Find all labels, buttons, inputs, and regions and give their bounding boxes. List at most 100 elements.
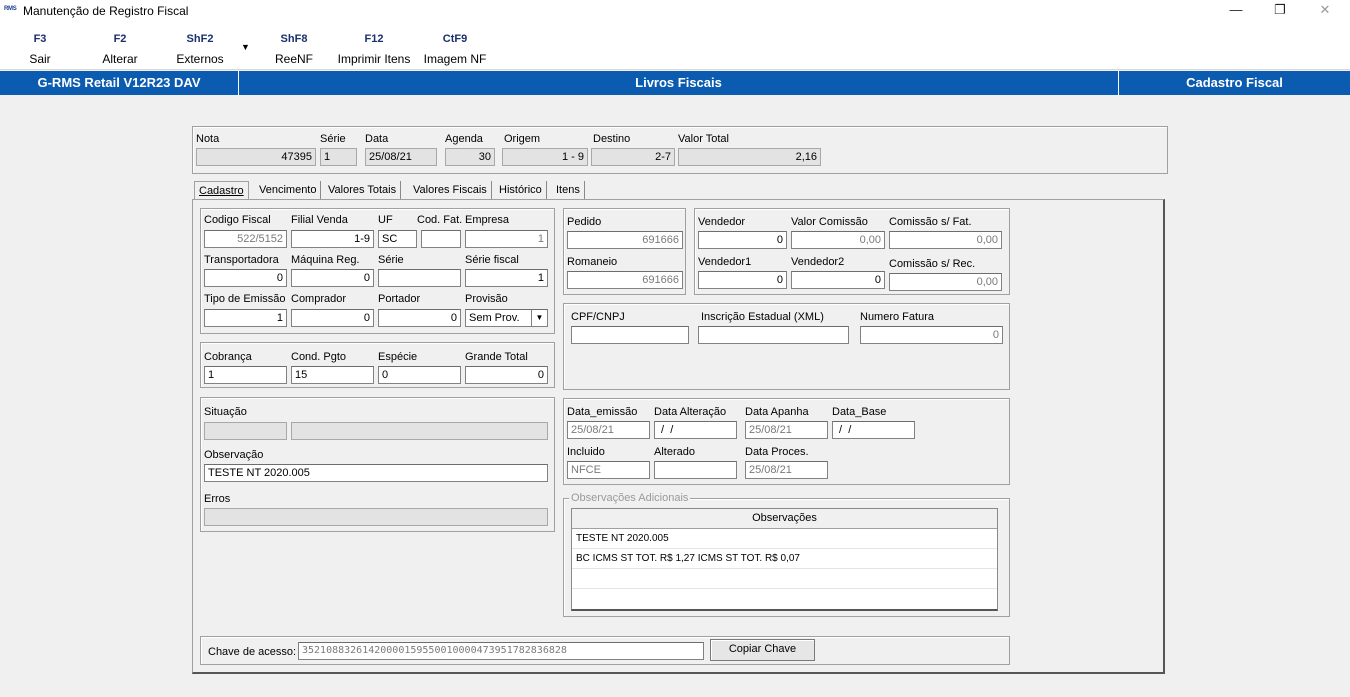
table-row[interactable] xyxy=(572,569,997,589)
valor-comissao-label: Valor Comissão xyxy=(791,216,868,228)
chevron-down-icon[interactable]: ▼ xyxy=(531,310,547,326)
inscricao-field[interactable] xyxy=(698,326,849,344)
data-emissao-label: Data_emissão xyxy=(567,406,638,418)
uf-field[interactable]: SC xyxy=(378,230,417,248)
cpf-cnpj-field[interactable] xyxy=(571,326,689,344)
transportadora-field[interactable]: 0 xyxy=(204,269,287,287)
erros-field[interactable] xyxy=(204,508,548,526)
close-icon[interactable]: ✕ xyxy=(1317,2,1333,18)
nota-field[interactable]: 47395 xyxy=(196,148,316,166)
reenf-button[interactable]: ShF8 ReeNF xyxy=(270,22,318,70)
cobranca-field[interactable]: 1 xyxy=(204,366,287,384)
comprador-field[interactable]: 0 xyxy=(291,309,374,327)
data-emissao-field[interactable]: 25/08/21 xyxy=(567,421,650,439)
destino-label: Destino xyxy=(593,133,631,145)
comissao-rec-field[interactable]: 0,00 xyxy=(889,273,1002,291)
data-apanha-field[interactable]: 25/08/21 xyxy=(745,421,828,439)
alterado-field[interactable] xyxy=(654,461,737,479)
tab-itens[interactable]: Itens xyxy=(552,181,585,200)
shortcut-key: CtF9 xyxy=(442,33,468,45)
alterar-button[interactable]: F2 Alterar xyxy=(94,22,146,70)
empresa-field[interactable]: 1 xyxy=(465,230,548,248)
romaneio-label: Romaneio xyxy=(567,256,618,268)
situacao-code-field[interactable] xyxy=(204,422,287,440)
codigo-fiscal-label: Codigo Fiscal xyxy=(204,214,271,226)
data-proces-field[interactable]: 25/08/21 xyxy=(745,461,828,479)
portador-field[interactable]: 0 xyxy=(378,309,461,327)
portador-label: Portador xyxy=(378,293,421,305)
agenda-label: Agenda xyxy=(445,133,483,145)
sair-button[interactable]: F3 Sair xyxy=(18,22,62,70)
shortcut-key: F3 xyxy=(33,33,47,45)
pedido-field[interactable]: 691666 xyxy=(567,231,683,249)
maximize-icon[interactable]: ❐ xyxy=(1272,2,1288,18)
data-field[interactable]: 25/08/21 xyxy=(365,148,437,166)
button-label: ReeNF xyxy=(274,52,313,66)
cond-pgto-field[interactable]: 15 xyxy=(291,366,374,384)
situacao-desc-field[interactable] xyxy=(291,422,548,440)
serie-cad-field[interactable] xyxy=(378,269,461,287)
imprimir-itens-button[interactable]: F12 Imprimir Itens xyxy=(334,22,414,70)
grande-total-label: Grande Total xyxy=(465,351,528,363)
copiar-chave-button[interactable]: Copiar Chave xyxy=(710,639,815,661)
valor-comissao-field[interactable]: 0,00 xyxy=(791,231,885,249)
maquina-reg-field[interactable]: 0 xyxy=(291,269,374,287)
incluido-field[interactable]: NFCE xyxy=(567,461,650,479)
numero-fatura-field[interactable]: 0 xyxy=(860,326,1003,344)
system-version: G-RMS Retail V12R23 DAV xyxy=(37,75,201,90)
vendedor2-field[interactable]: 0 xyxy=(791,271,885,289)
serie-cad-label: Série xyxy=(378,254,404,266)
button-label: Imprimir Itens xyxy=(337,52,411,66)
minimize-icon[interactable]: — xyxy=(1228,2,1244,18)
tab-valores-totais[interactable]: Valores Totais xyxy=(324,181,402,200)
incluido-label: Incluido xyxy=(567,446,605,458)
comissao-rec-label: Comissão s/ Rec. xyxy=(889,258,976,270)
codigo-fiscal-field[interactable]: 522/5152 xyxy=(204,230,287,248)
inscricao-label: Inscrição Estadual (XML) xyxy=(701,311,824,323)
grande-total-field[interactable]: 0 xyxy=(465,366,548,384)
tab-historico[interactable]: Histórico xyxy=(495,181,547,200)
vendedor-label: Vendedor xyxy=(698,216,746,228)
chave-field[interactable]: 3521088326142000015955001000047395178283… xyxy=(298,642,704,660)
serie-field[interactable]: 1 xyxy=(320,148,357,166)
tab-cadastro[interactable]: Cadastro xyxy=(194,181,249,200)
valor-total-field[interactable]: 2,16 xyxy=(678,148,821,166)
serie-fiscal-field[interactable]: 1 xyxy=(465,269,548,287)
cod-fat-field[interactable] xyxy=(421,230,461,248)
app-logo-icon: RMS xyxy=(4,6,17,12)
comissao-fat-field[interactable]: 0,00 xyxy=(889,231,1002,249)
agenda-field[interactable]: 30 xyxy=(445,148,495,166)
screen-title: Cadastro Fiscal xyxy=(1186,75,1283,90)
valor-total-label: Valor Total xyxy=(678,133,729,145)
especie-field[interactable]: 0 xyxy=(378,366,461,384)
data-base-field[interactable]: / / xyxy=(832,421,915,439)
tab-vencimento[interactable]: Vencimento xyxy=(255,181,322,200)
vendedor1-label: Vendedor1 xyxy=(698,256,752,268)
obs-column-header[interactable]: Observações xyxy=(572,509,997,529)
destino-field[interactable]: 2-7 xyxy=(591,148,675,166)
table-row[interactable]: BC ICMS ST TOT. R$ 1,27 ICMS ST TOT. R$ … xyxy=(572,549,997,569)
origem-field[interactable]: 1 - 9 xyxy=(502,148,588,166)
imagem-nf-button[interactable]: CtF9 Imagem NF xyxy=(420,22,490,70)
shortcut-key: F2 xyxy=(113,33,127,45)
externos-button[interactable]: ShF2 Externos xyxy=(172,22,228,70)
table-row[interactable]: TESTE NT 2020.005 xyxy=(572,529,997,549)
filial-venda-field[interactable]: 1-9 xyxy=(291,230,374,248)
vendedor1-field[interactable]: 0 xyxy=(698,271,787,289)
obs-grid[interactable]: Observações TESTE NT 2020.005 BC ICMS ST… xyxy=(571,508,998,611)
shortcut-key: ShF8 xyxy=(280,33,308,45)
data-alteracao-field[interactable]: / / xyxy=(654,421,737,439)
tipo-emissao-field[interactable]: 1 xyxy=(204,309,287,327)
observacao-field[interactable]: TESTE NT 2020.005 xyxy=(204,464,548,482)
shortcut-key: F12 xyxy=(364,33,384,45)
romaneio-field[interactable]: 691666 xyxy=(567,271,683,289)
transportadora-label: Transportadora xyxy=(204,254,279,266)
tipo-emissao-label: Tipo de Emissão xyxy=(204,293,286,305)
table-row[interactable] xyxy=(572,589,997,608)
externos-dropdown-icon[interactable]: ▼ xyxy=(241,42,250,52)
vendedor-field[interactable]: 0 xyxy=(698,231,787,249)
nota-label: Nota xyxy=(196,133,220,145)
data-proces-label: Data Proces. xyxy=(745,446,809,458)
data-apanha-label: Data Apanha xyxy=(745,406,809,418)
tab-valores-fiscais[interactable]: Valores Fiscais xyxy=(409,181,492,200)
